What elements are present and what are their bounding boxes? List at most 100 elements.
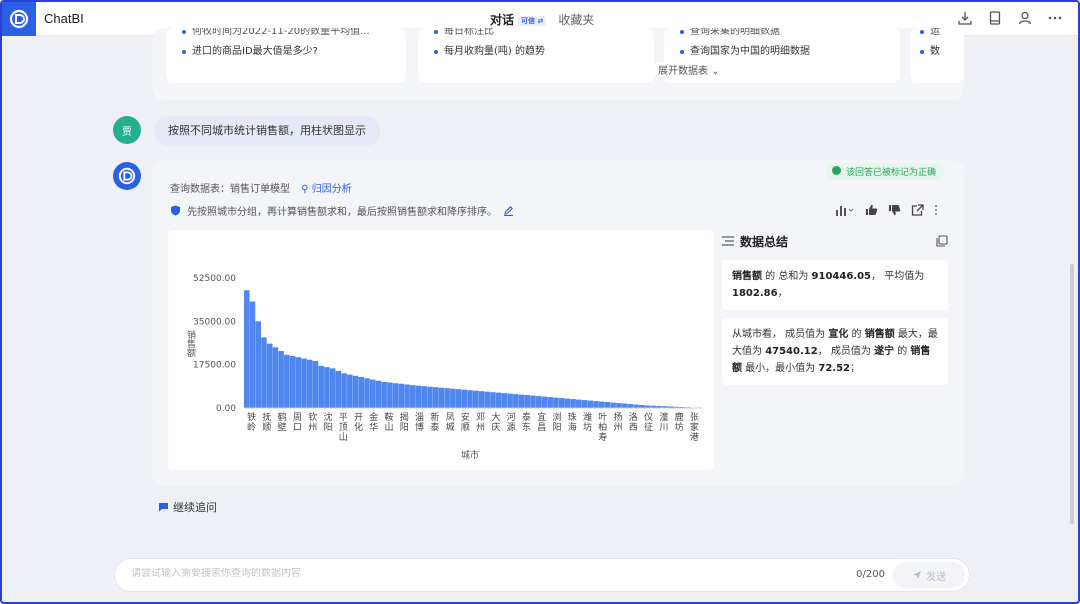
thumbs-up-icon[interactable]: [865, 204, 878, 216]
chart-bar: [318, 365, 324, 408]
chart-bar: [455, 389, 462, 408]
correct-tag-label: 该回答已被标记为正确: [845, 168, 936, 178]
chart-bar: [364, 378, 370, 408]
chart-type-icon[interactable]: [835, 204, 855, 216]
user-message: 按照不同城市统计销售额，用柱状图显示: [154, 116, 380, 146]
suggestion-card: 运 数: [910, 28, 964, 83]
summary-text: 的 总和为: [762, 271, 812, 282]
app-window: ChatBI 对话 可信 ⇄ 收藏夹 何牧时间为2022-11-20的数量平均值.…: [0, 0, 1080, 604]
y-tick-label: 17500.00: [193, 361, 236, 371]
chart-bar: [535, 396, 542, 408]
chart-bar: [490, 392, 496, 408]
chart-bar: [484, 391, 490, 408]
x-tick-label: 揭阳: [400, 411, 409, 433]
correct-tag: 该回答已被标记为正确: [825, 163, 944, 180]
tab-chat[interactable]: 对话 可信 ⇄: [490, 11, 547, 28]
chart-bar: [610, 402, 616, 408]
more-vertical-icon[interactable]: [934, 204, 938, 216]
chart-bar: [581, 400, 588, 408]
average-value: 1802.86: [732, 288, 778, 299]
send-button[interactable]: 发送: [893, 562, 965, 588]
chart-bar: [593, 401, 599, 408]
x-tick-label: 浏阳: [552, 411, 561, 433]
suggestion-item[interactable]: 数: [918, 44, 956, 60]
tab-favorites[interactable]: 收藏夹: [558, 11, 594, 28]
thumbs-down-icon[interactable]: [888, 204, 901, 216]
chart-bar: [415, 385, 422, 408]
expand-tables-button[interactable]: 展开数据表 ⌄: [652, 62, 726, 77]
suggestion-item[interactable]: 查询采集的明细数据: [678, 28, 886, 38]
scrollbar[interactable]: [1070, 264, 1074, 524]
x-tick-label: 仪征: [644, 412, 653, 433]
bot-answer-card: 该回答已被标记为正确 查询数据表：销售订单模型 ⚲ 归因分析 先按照城市分组，再…: [152, 160, 964, 486]
metric-name: 销售额: [732, 271, 762, 282]
attribution-analysis-link[interactable]: ⚲ 归因分析: [301, 184, 352, 195]
suggestion-item[interactable]: 进口的商品ID最大值是多少?: [180, 44, 392, 60]
x-tick-label: 洛西: [629, 411, 638, 433]
bot-avatar: [113, 162, 141, 190]
download-icon[interactable]: [958, 11, 972, 25]
edit-icon[interactable]: [503, 205, 514, 216]
chart-bar: [284, 354, 290, 408]
chart-bar: [387, 382, 393, 408]
chart-bar: [410, 385, 416, 408]
x-tick-label: 淄博: [415, 411, 424, 433]
app-logo[interactable]: [2, 2, 36, 36]
x-tick-label: 宜昌: [537, 411, 546, 433]
chart-bar: [604, 402, 611, 408]
chart-bar: [558, 398, 565, 408]
chart-bar: [507, 393, 513, 408]
x-axis-label: 城市: [461, 449, 479, 461]
x-tick-label: 开化: [354, 412, 363, 433]
x-tick-label: 凤城: [446, 412, 455, 433]
user-avatar: 贾: [113, 116, 141, 144]
y-tick-label: 52500.00: [193, 274, 236, 284]
summary-text: ；: [850, 363, 860, 374]
x-tick-label: 周口: [293, 412, 302, 433]
chart-bar: [547, 397, 553, 408]
suggestion-card: 每日标注比 每月收购量(吨) 的趋势: [418, 28, 654, 83]
link-icon: ⚲: [301, 184, 309, 195]
chart-bar: [301, 358, 307, 408]
chart-bar: [438, 387, 445, 408]
logo-icon: [118, 167, 136, 185]
x-tick-label: 珠海: [568, 411, 577, 433]
chart-bar: [295, 357, 302, 408]
chart-bar: [244, 290, 250, 408]
summary-text: ，: [777, 288, 788, 299]
x-tick-label: 平顶山: [339, 412, 348, 443]
suggestion-item[interactable]: 每月收购量(吨) 的趋势: [432, 44, 640, 60]
x-tick-label: 抚顺: [262, 411, 271, 433]
chart-bar: [289, 356, 296, 408]
follow-up-button[interactable]: 继续追问: [158, 499, 217, 515]
suggestion-item[interactable]: 何牧时间为2022-11-20的数量平均值...: [180, 28, 392, 38]
x-tick-label: 潍坊: [583, 411, 592, 433]
copy-icon[interactable]: [936, 235, 948, 247]
tab-chat-label: 对话: [490, 13, 515, 27]
summary-text: 的: [894, 346, 911, 357]
share-icon[interactable]: [911, 204, 924, 216]
logo-icon: [9, 9, 29, 29]
x-tick-label: 铁岭: [247, 411, 256, 433]
x-tick-label: 新泰: [430, 411, 439, 433]
book-icon[interactable]: [988, 11, 1002, 25]
summary-header: 数据总结: [722, 230, 948, 252]
min-value: 72.52: [818, 363, 850, 374]
more-icon[interactable]: [1048, 11, 1062, 25]
chart-bar: [329, 368, 336, 408]
user-icon[interactable]: [1018, 11, 1032, 25]
x-tick-label: 安顺: [461, 411, 470, 433]
chat-input[interactable]: [131, 568, 731, 579]
suggestion-item[interactable]: 运: [918, 28, 956, 38]
chart-bar: [495, 392, 502, 408]
chart-bar: [564, 398, 571, 408]
max-city: 宣化: [828, 329, 849, 340]
suggestion-item[interactable]: 每日标注比: [432, 28, 640, 38]
query-description: 先按照城市分组，再计算销售额求和，最后按照销售额求和降序排序。: [170, 203, 514, 218]
query-table-line: 查询数据表：销售订单模型 ⚲ 归因分析: [170, 180, 352, 195]
chart-bar: [530, 395, 536, 408]
suggestion-item[interactable]: 查询国家为中国的明细数据: [678, 44, 886, 60]
x-tick-label: 沈阳: [323, 411, 332, 433]
chart-bar: [404, 384, 410, 408]
chart-bar: [553, 397, 559, 408]
